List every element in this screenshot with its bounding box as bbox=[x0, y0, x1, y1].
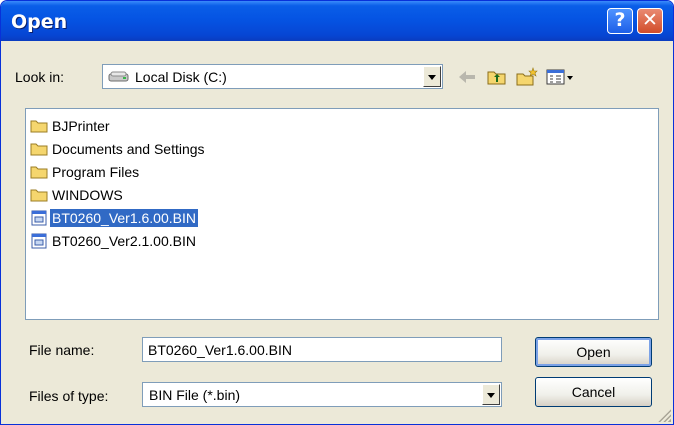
window-title: Open bbox=[11, 11, 68, 33]
title-bar[interactable]: Open ? ✕ bbox=[1, 1, 673, 41]
view-menu-icon[interactable] bbox=[545, 67, 575, 87]
file-icon bbox=[31, 210, 47, 226]
file-name-value: BT0260_Ver1.6.00.BIN bbox=[148, 342, 292, 358]
resize-grip[interactable] bbox=[657, 408, 671, 422]
chevron-down-icon[interactable] bbox=[423, 66, 441, 87]
up-folder-icon[interactable] bbox=[486, 67, 508, 87]
close-icon[interactable]: ✕ bbox=[637, 8, 663, 34]
new-folder-icon[interactable] bbox=[516, 67, 538, 87]
open-dialog: Open ? ✕ Look in: Local Disk (C:) BJPrin… bbox=[0, 0, 674, 425]
look-in-label: Look in: bbox=[15, 69, 65, 85]
chevron-down-icon[interactable] bbox=[482, 384, 500, 405]
back-arrow-icon[interactable] bbox=[456, 67, 478, 87]
look-in-dropdown[interactable]: Local Disk (C:) bbox=[102, 64, 443, 89]
folder-icon bbox=[30, 120, 48, 133]
file-name-input[interactable]: BT0260_Ver1.6.00.BIN bbox=[142, 337, 502, 362]
files-of-type-label: Files of type: bbox=[29, 388, 109, 404]
open-button[interactable]: Open bbox=[535, 337, 652, 367]
help-icon[interactable]: ? bbox=[607, 8, 633, 34]
file-list[interactable]: BJPrinter Documents and Settings Program… bbox=[25, 108, 659, 320]
file-name-label: File name: bbox=[29, 342, 95, 358]
look-in-value: Local Disk (C:) bbox=[135, 69, 227, 85]
files-of-type-value: BIN File (*.bin) bbox=[149, 387, 241, 403]
cancel-button[interactable]: Cancel bbox=[535, 377, 652, 407]
folder-icon bbox=[30, 166, 48, 179]
folder-icon bbox=[30, 143, 48, 156]
files-of-type-dropdown[interactable]: BIN File (*.bin) bbox=[142, 382, 502, 407]
folder-icon bbox=[30, 189, 48, 202]
drive-icon bbox=[108, 71, 129, 82]
file-icon bbox=[31, 233, 47, 249]
